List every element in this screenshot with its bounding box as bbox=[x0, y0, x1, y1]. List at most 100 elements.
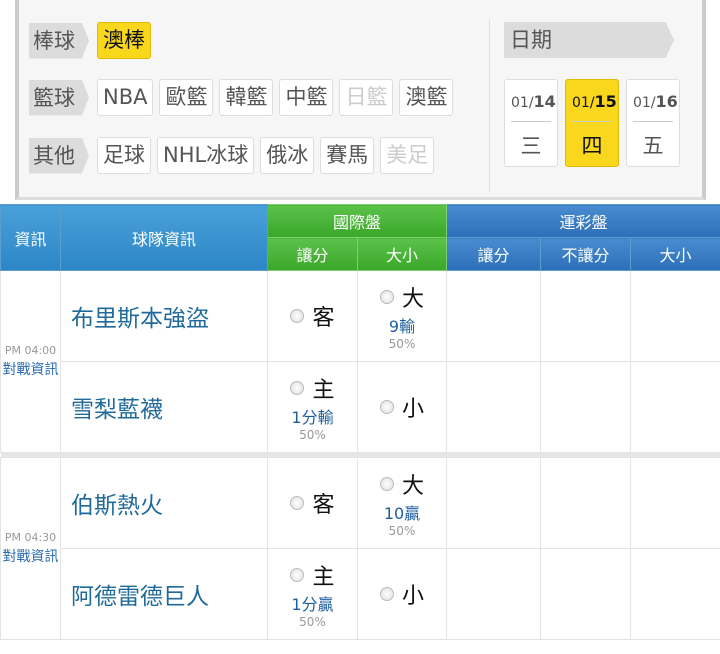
matchup-link[interactable]: 對戰資訊 bbox=[1, 548, 60, 566]
chip-basketball-5[interactable]: 澳籃 bbox=[399, 79, 454, 116]
header-intl-spread: 讓分 bbox=[267, 237, 358, 271]
matchup-link[interactable]: 對戰資訊 bbox=[1, 361, 60, 379]
date-text: 01/15 bbox=[572, 80, 617, 122]
away-spread-cell[interactable]: 客 bbox=[267, 457, 358, 549]
empty-cell bbox=[630, 548, 720, 640]
chip-aus-baseball[interactable]: 澳棒 bbox=[97, 22, 151, 59]
over-label: 大 bbox=[402, 287, 425, 312]
date-day: 14 bbox=[533, 92, 556, 111]
weekday: 四 bbox=[581, 134, 603, 158]
empty-cell bbox=[630, 270, 720, 362]
home-line: 1分贏 bbox=[291, 595, 334, 614]
game-info: PM 04:30 對戰資訊 bbox=[0, 457, 61, 640]
home-label: 主 bbox=[312, 565, 335, 590]
chip-other-3[interactable]: 賽馬 bbox=[320, 137, 375, 174]
other-label: 其他 bbox=[29, 137, 89, 174]
date-label: 日期 bbox=[504, 22, 674, 58]
home-label: 主 bbox=[312, 378, 335, 403]
chip-basketball-4[interactable]: 日籃 bbox=[339, 79, 394, 116]
radio-button[interactable] bbox=[380, 400, 394, 414]
weekday: 五 bbox=[642, 134, 664, 158]
empty-cell bbox=[446, 548, 542, 640]
header-intl-total: 大小 bbox=[356, 237, 448, 271]
empty-cell bbox=[540, 361, 632, 453]
home-team[interactable]: 雪梨藍襪 bbox=[60, 361, 268, 453]
chip-other-0[interactable]: 足球 bbox=[97, 137, 151, 174]
chip-basketball-0[interactable]: NBA bbox=[97, 79, 154, 116]
radio-button[interactable] bbox=[380, 477, 394, 491]
away-spread-cell[interactable]: 客 bbox=[267, 270, 358, 362]
empty-cell bbox=[446, 270, 542, 362]
radio-button[interactable] bbox=[290, 568, 305, 582]
header-sport-nospread: 不讓分 bbox=[540, 237, 632, 271]
chip-basketball-3[interactable]: 中籃 bbox=[279, 79, 334, 116]
over-label: 大 bbox=[402, 474, 425, 499]
empty-cell bbox=[630, 361, 720, 453]
chip-other-4[interactable]: 美足 bbox=[380, 137, 435, 174]
game-time: PM 04:00 bbox=[4, 344, 57, 357]
game-info: PM 04:00 對戰資訊 bbox=[0, 270, 61, 453]
date-text: 01/16 bbox=[633, 80, 678, 122]
radio-button[interactable] bbox=[290, 381, 305, 395]
other-row: 其他 足球 NHL冰球 俄冰 賽馬 美足 bbox=[29, 137, 435, 174]
header-sport-spread: 讓分 bbox=[446, 237, 542, 271]
date-month: 01/ bbox=[633, 95, 656, 111]
home-pct: 50% bbox=[299, 428, 326, 442]
over-cell[interactable]: 大 10贏 50% bbox=[356, 457, 448, 549]
date-14[interactable]: 01/14 三 bbox=[504, 79, 558, 167]
table-row: 阿德雷德巨人 主 1分贏 50% 小 bbox=[1, 548, 720, 640]
home-spread-cell[interactable]: 主 1分輸 50% bbox=[267, 361, 358, 453]
game-time: PM 04:30 bbox=[4, 531, 57, 544]
date-16[interactable]: 01/16 五 bbox=[626, 79, 680, 167]
away-label: 客 bbox=[312, 306, 335, 331]
date-15[interactable]: 01/15 四 bbox=[565, 79, 619, 167]
chip-basketball-1[interactable]: 歐籃 bbox=[159, 79, 214, 116]
empty-cell bbox=[446, 361, 542, 453]
chip-basketball-2[interactable]: 韓籃 bbox=[219, 79, 274, 116]
under-cell[interactable]: 小 bbox=[356, 361, 448, 453]
header-intl: 國際盤 bbox=[266, 204, 448, 238]
weekday: 三 bbox=[520, 134, 542, 158]
header-team: 球隊資訊 bbox=[60, 204, 268, 271]
away-label: 客 bbox=[312, 493, 335, 518]
under-cell[interactable]: 小 bbox=[356, 548, 448, 640]
home-team[interactable]: 阿德雷德巨人 bbox=[60, 548, 268, 640]
home-spread-cell[interactable]: 主 1分贏 50% bbox=[267, 548, 358, 640]
baseball-row: 棒球 澳棒 bbox=[29, 22, 151, 59]
under-label: 小 bbox=[402, 397, 425, 422]
empty-cell bbox=[540, 270, 632, 362]
away-team[interactable]: 伯斯熱火 bbox=[60, 457, 268, 549]
header-info: 資訊 bbox=[0, 204, 61, 271]
radio-button[interactable] bbox=[380, 290, 394, 304]
date-month: 01/ bbox=[511, 95, 534, 111]
chip-other-2[interactable]: 俄冰 bbox=[260, 137, 315, 174]
date-day: 15 bbox=[594, 92, 617, 111]
chip-other-1[interactable]: NHL冰球 bbox=[157, 137, 255, 174]
over-line: 9輸 bbox=[388, 317, 416, 336]
date-month: 01/ bbox=[572, 95, 595, 111]
home-line: 1分輸 bbox=[291, 408, 334, 427]
radio-button[interactable] bbox=[380, 587, 394, 601]
divider bbox=[489, 20, 490, 192]
away-team[interactable]: 布里斯本強盜 bbox=[60, 270, 268, 362]
over-cell[interactable]: 大 9輸 50% bbox=[356, 270, 448, 362]
filter-panel: 棒球 澳棒 籃球 NBA 歐籃 韓籃 中籃 日籃 澳籃 其他 足球 NHL冰球 俄冰 賽馬 美足 … bbox=[15, 0, 706, 200]
over-pct: 50% bbox=[388, 524, 416, 538]
baseball-label: 棒球 bbox=[29, 22, 89, 59]
table-row: PM 04:30 對戰資訊 伯斯熱火 客 大 10贏 50% bbox=[0, 457, 720, 640]
empty-cell bbox=[540, 457, 632, 549]
radio-button[interactable] bbox=[290, 496, 305, 510]
header-sport: 運彩盤 bbox=[446, 204, 720, 238]
empty-cell bbox=[630, 457, 720, 549]
header-sport-total: 大小 bbox=[630, 237, 720, 271]
basketball-row: 籃球 NBA 歐籃 韓籃 中籃 日籃 澳籃 bbox=[29, 79, 454, 116]
over-line: 10贏 bbox=[383, 504, 421, 523]
empty-cell bbox=[446, 457, 542, 549]
date-text: 01/14 bbox=[511, 80, 556, 122]
under-label: 小 bbox=[402, 584, 425, 609]
table-row: 雪梨藍襪 主 1分輸 50% 小 bbox=[1, 361, 720, 453]
empty-cell bbox=[540, 548, 632, 640]
home-pct: 50% bbox=[299, 615, 326, 629]
radio-button[interactable] bbox=[290, 309, 305, 323]
date-day: 16 bbox=[655, 92, 678, 111]
